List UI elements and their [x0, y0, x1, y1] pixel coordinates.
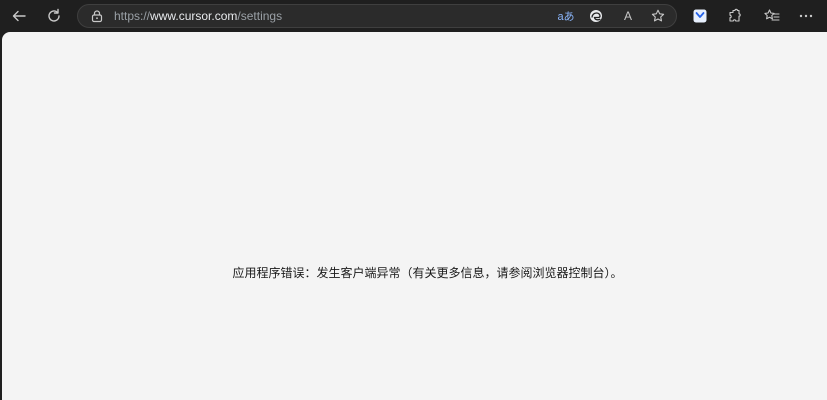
url-path: /settings: [237, 9, 283, 23]
back-arrow-icon: [12, 10, 26, 22]
error-message: 应用程序错误：发生客户端异常（有关更多信息，请参阅浏览器控制台）。: [232, 266, 623, 280]
more-menu-button[interactable]: [793, 3, 819, 29]
browser-toolbar: https://www.cursor.com/settings aあ A: [0, 0, 827, 32]
star-icon: [651, 9, 665, 22]
read-aloud-label: A: [623, 9, 632, 23]
back-button[interactable]: [6, 3, 32, 29]
lock-icon[interactable]: [90, 9, 104, 23]
extension-button[interactable]: [687, 3, 713, 29]
translate-label: aあ: [557, 11, 575, 23]
edge-icon[interactable]: [586, 6, 606, 26]
favorite-star-button[interactable]: [648, 6, 668, 26]
reload-icon: [48, 8, 60, 22]
browser-window: https://www.cursor.com/settings aあ A 应用程…: [0, 0, 827, 400]
extensions-button[interactable]: [722, 3, 748, 29]
more-icon: [799, 14, 813, 18]
url-text[interactable]: https://www.cursor.com/settings: [114, 5, 282, 27]
puzzle-icon: [729, 8, 741, 22]
favorites-button[interactable]: [759, 3, 785, 29]
translate-icon[interactable]: aあ: [556, 6, 576, 26]
reload-button[interactable]: [41, 3, 67, 29]
read-aloud-icon[interactable]: A: [618, 6, 638, 26]
page-viewport: 应用程序错误：发生客户端异常（有关更多信息，请参阅浏览器控制台）。: [2, 32, 827, 400]
favorites-icon: [764, 9, 780, 21]
edge-glyph: [590, 10, 602, 22]
url-scheme: https://: [114, 9, 151, 23]
address-bar[interactable]: https://www.cursor.com/settings aあ A: [77, 4, 677, 28]
extension-icon: [693, 9, 707, 23]
url-host: www.cursor.com: [150, 9, 238, 23]
